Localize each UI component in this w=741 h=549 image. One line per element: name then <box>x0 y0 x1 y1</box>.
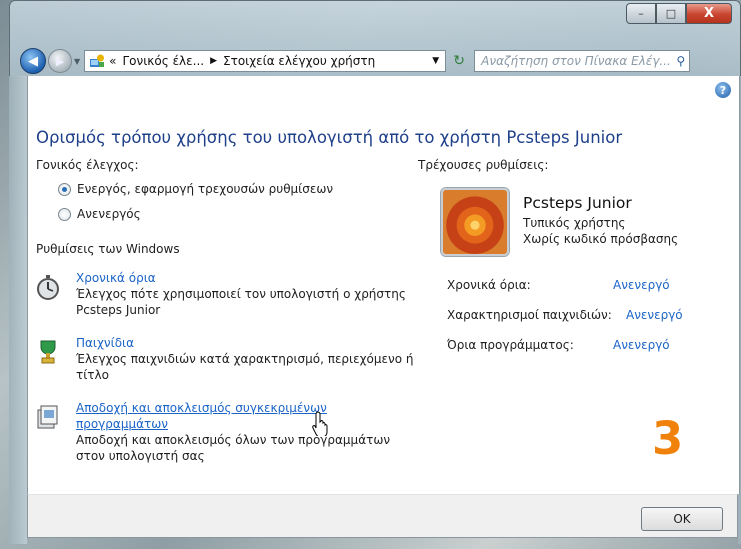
control-panel-window: – □ X ◀ ▶ ▼ « Γονικός έλε... ▶ Στοιχεία … <box>0 0 741 549</box>
page-title: Ορισμός τρόπου χρήσης του υπολογιστή από… <box>36 128 623 147</box>
games-link[interactable]: Παιχνίδια <box>76 336 134 350</box>
status-value-game-ratings[interactable]: Ανενεργό <box>626 308 683 322</box>
window-controls: – □ X <box>626 3 732 24</box>
refresh-button[interactable]: ↻ <box>446 50 472 72</box>
address-bar[interactable]: « Γονικός έλε... ▶ Στοιχεία ελέγχου χρήσ… <box>84 50 447 72</box>
status-label-game-ratings: Χαρακτηρισμοί παιχνιδιών: <box>447 308 612 322</box>
status-value-program-limits[interactable]: Ανενεργό <box>613 338 670 352</box>
user-avatar <box>441 188 509 256</box>
current-settings-label: Τρέχουσες ρυθμίσεις: <box>418 158 549 172</box>
trophy-icon <box>40 340 56 364</box>
radio-parental-on[interactable]: Ενεργός, εφαρμογή τρεχουσών ρυθμίσεων <box>58 182 333 196</box>
games-description: Έλεγχος παιχνιδιών κατά χαρακτηρισμό, πε… <box>76 352 414 382</box>
search-placeholder: Αναζήτηση στον Πίνακα Ελέγ... <box>481 54 671 68</box>
refresh-icon: ↻ <box>453 53 466 69</box>
footer-bar: OK <box>27 494 738 538</box>
arrow-left-icon: ◀ <box>28 53 38 69</box>
parental-controls-label: Γονικός έλεγχος: <box>36 158 139 172</box>
breadcrumb-parental-controls[interactable]: Γονικός έλε... <box>123 54 205 68</box>
main-content: ? Ορισμός τρόπου χρήσης του υπολογιστή α… <box>27 76 740 494</box>
ok-button[interactable]: OK <box>641 507 723 531</box>
programs-description: Αποδοχή και αποκλεισμός όλων των προγραμ… <box>76 433 391 463</box>
breadcrumb-user-controls[interactable]: Στοιχεία ελέγχου χρήστη <box>223 54 375 68</box>
breadcrumb-overflow[interactable]: « <box>109 54 116 68</box>
programs-link[interactable]: Αποδοχή και αποκλεισμός συγκεκριμένων πρ… <box>76 401 327 431</box>
help-icon[interactable]: ? <box>715 82 731 98</box>
radio-button[interactable] <box>58 207 71 221</box>
search-icon[interactable]: ⚲ <box>676 54 685 68</box>
minimize-button[interactable]: – <box>626 3 656 24</box>
radio-on-label: Ενεργός, εφαρμογή τρεχουσών ρυθμίσεων <box>77 182 334 196</box>
radio-off-label: Ανενεργός <box>77 207 141 221</box>
user-account-type: Τυπικός χρήστης <box>523 216 626 230</box>
maximize-button[interactable]: □ <box>656 3 686 24</box>
recent-pages-dropdown[interactable]: ▼ <box>74 57 80 66</box>
radio-parental-off[interactable]: Ανενεργός <box>58 207 141 221</box>
stopwatch-icon <box>37 275 59 300</box>
programs-icon <box>37 405 58 429</box>
close-button[interactable]: X <box>686 3 732 24</box>
address-dropdown-icon[interactable]: ▼ <box>432 56 439 66</box>
control-panel-icon <box>90 54 105 67</box>
arrow-right-icon: ▶ <box>55 54 65 68</box>
back-button[interactable]: ◀ <box>20 48 46 74</box>
status-label-program-limits: Όρια προγράμματος: <box>447 338 574 352</box>
time-limits-description: Έλεγχος πότε χρησιμοποιεί τον υπολογιστή… <box>76 287 406 317</box>
status-value-time-limits[interactable]: Ανενεργό <box>613 278 670 292</box>
user-name: Pcsteps Junior <box>523 194 632 212</box>
windows-settings-label: Ρυθμίσεις των Windows <box>36 242 180 256</box>
hand-cursor-icon <box>312 411 328 436</box>
step-number: 3 <box>652 412 684 465</box>
time-limits-link[interactable]: Χρονικά όρια <box>76 271 156 285</box>
status-label-time-limits: Χρονικά όρια: <box>447 278 531 292</box>
radio-button-selected[interactable] <box>58 182 71 196</box>
navigation-bar: ◀ ▶ ▼ « Γονικός έλε... ▶ Στοιχεία ελέγχο… <box>20 46 738 76</box>
forward-button[interactable]: ▶ <box>48 49 72 73</box>
user-password-status: Χωρίς κωδικό πρόσβασης <box>523 232 679 246</box>
window-frame-left <box>9 76 27 544</box>
breadcrumb-separator-icon[interactable]: ▶ <box>210 56 217 66</box>
search-input[interactable]: Αναζήτηση στον Πίνακα Ελέγ... ⚲ <box>474 50 691 72</box>
